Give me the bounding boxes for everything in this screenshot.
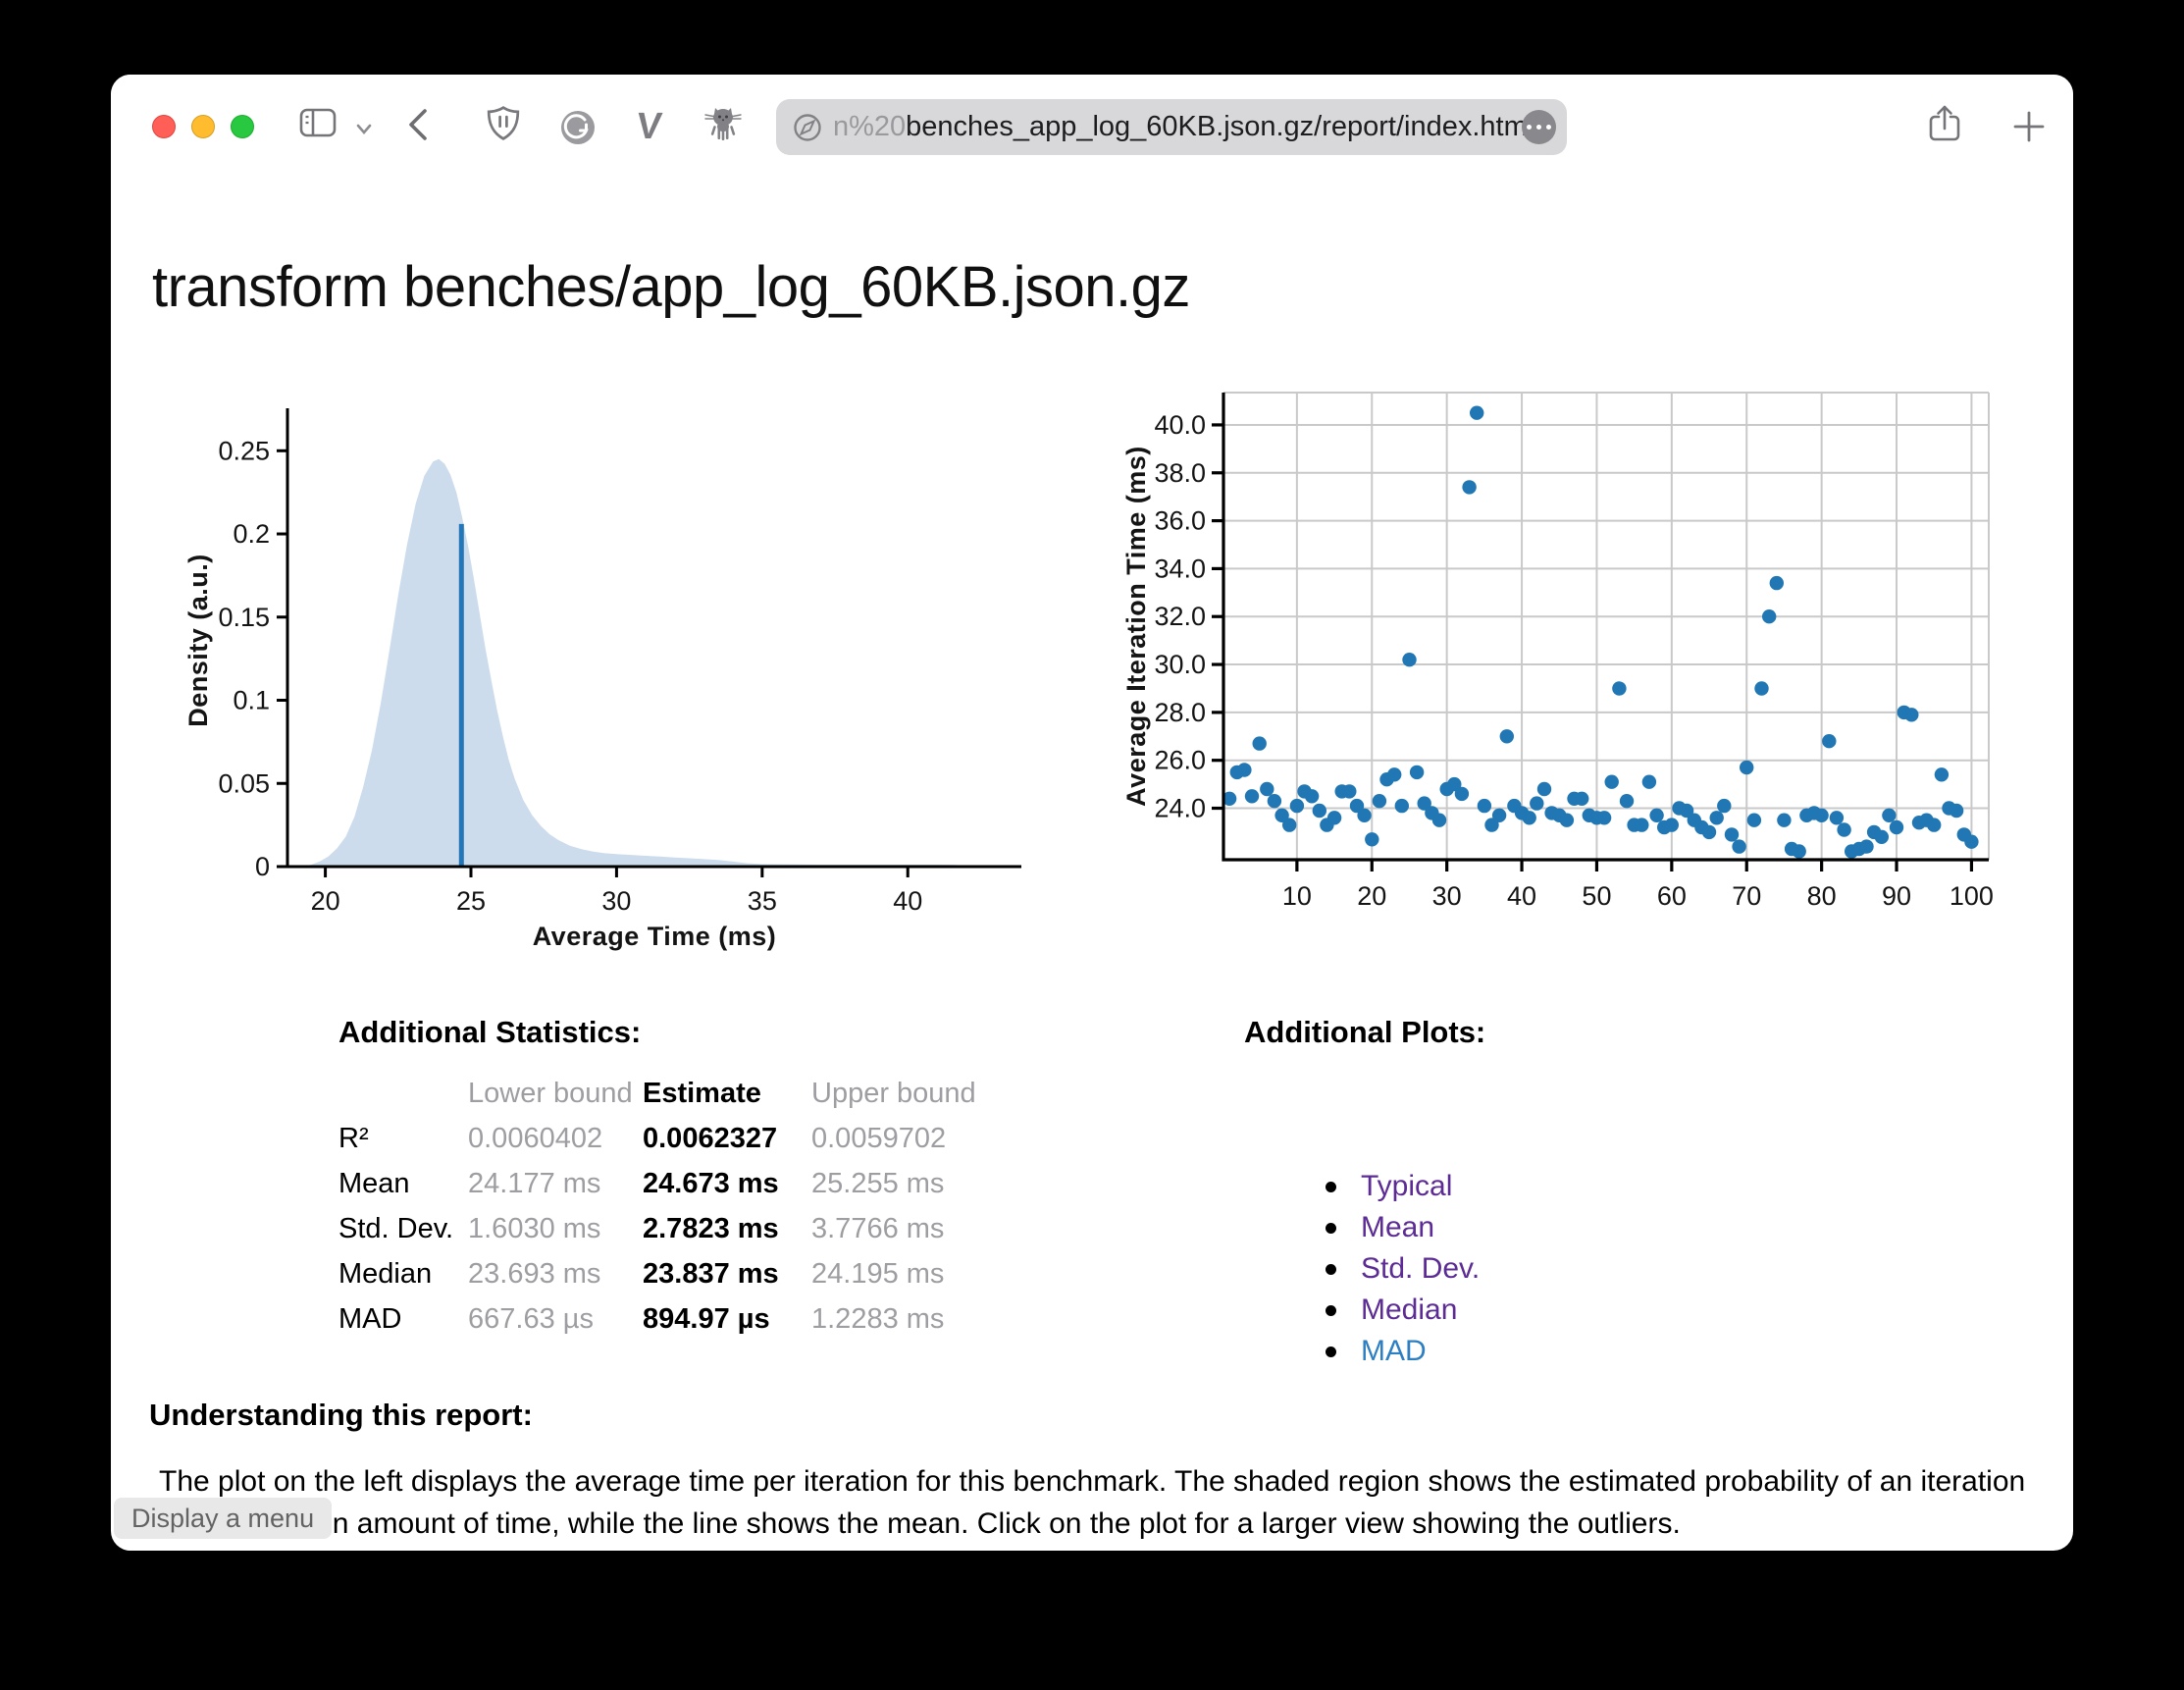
stat-estimate: 0.0062327 <box>643 1123 811 1155</box>
svg-text:40: 40 <box>893 886 922 916</box>
svg-text:0.1: 0.1 <box>233 686 270 715</box>
svg-text:20: 20 <box>311 886 340 916</box>
desktop-background: V <box>0 0 2184 1690</box>
svg-text:0.25: 0.25 <box>218 436 270 465</box>
vimium-extension-icon[interactable]: V <box>635 106 664 148</box>
svg-text:50: 50 <box>1582 881 1611 911</box>
svg-text:70: 70 <box>1732 881 1761 911</box>
zoom-window-button[interactable] <box>231 115 254 138</box>
grammarly-extension-icon[interactable] <box>560 110 596 150</box>
page-title: transform benches/app_log_60KB.json.gz <box>152 254 1190 320</box>
browser-window: V <box>111 75 2073 1551</box>
col-lower-bound: Lower bound <box>468 1078 643 1110</box>
svg-text:40.0: 40.0 <box>1154 410 1206 440</box>
url-path: benches_app_log_60KB.json.gz/report/inde… <box>906 111 1534 142</box>
additional-plots-list: Typical Mean Std. Dev. Median MAD <box>1318 1166 1480 1372</box>
stat-row-label: Mean <box>338 1168 468 1200</box>
github-octocat-icon[interactable] <box>702 102 745 150</box>
svg-text:20: 20 <box>1357 881 1386 911</box>
svg-text:Density (a.u.): Density (a.u.) <box>183 554 213 727</box>
stat-lower: 1.6030 ms <box>468 1213 643 1245</box>
col-estimate: Estimate <box>643 1078 811 1110</box>
list-item: Std. Dev. <box>1318 1248 1480 1290</box>
plot-link-typical[interactable]: Typical <box>1361 1170 1452 1202</box>
svg-text:40: 40 <box>1507 881 1536 911</box>
plot-link-stddev[interactable]: Std. Dev. <box>1361 1252 1480 1285</box>
close-window-button[interactable] <box>152 115 176 138</box>
stat-lower: 0.0060402 <box>468 1123 643 1155</box>
stat-upper: 1.2283 ms <box>811 1303 980 1336</box>
browser-toolbar: V <box>111 75 2073 165</box>
svg-text:Average Iteration Time (ms): Average Iteration Time (ms) <box>1121 446 1151 807</box>
svg-text:100: 100 <box>1950 881 1994 911</box>
understanding-heading: Understanding this report: <box>149 1398 533 1433</box>
statistics-table: Lower bound Estimate Upper bound R² 0.00… <box>338 1078 980 1336</box>
stat-lower: 667.63 µs <box>468 1303 643 1336</box>
svg-text:35: 35 <box>748 886 777 916</box>
svg-text:24.0: 24.0 <box>1154 794 1206 823</box>
svg-text:30.0: 30.0 <box>1154 650 1206 679</box>
chevron-down-icon[interactable] <box>356 122 372 139</box>
stat-estimate: 894.97 µs <box>643 1303 811 1336</box>
stat-upper: 25.255 ms <box>811 1168 980 1200</box>
stat-row-label: MAD <box>338 1303 468 1336</box>
plot-link-median[interactable]: Median <box>1361 1294 1457 1326</box>
svg-text:34.0: 34.0 <box>1154 554 1206 583</box>
url-text: n%20benches_app_log_60KB.json.gz/report/… <box>833 111 1534 143</box>
iteration-times-plot[interactable]: 24.0 26.0 28.0 30.0 32.0 34.0 36.0 38.0 40.0 10 20… <box>1119 385 2002 934</box>
svg-text:80: 80 <box>1807 881 1837 911</box>
stat-estimate: 24.673 ms <box>643 1168 811 1200</box>
additional-plots-heading: Additional Plots: <box>1244 1015 1485 1050</box>
list-item: Typical <box>1318 1166 1480 1207</box>
status-bar-tooltip: Display a menu <box>114 1498 332 1539</box>
svg-text:25: 25 <box>456 886 486 916</box>
svg-text:0.05: 0.05 <box>218 768 270 798</box>
density-plot[interactable]: 0 0.05 0.1 0.15 0.2 0.25 20 25 30 35 40 Average Tim… <box>178 391 1051 965</box>
url-faded-prefix: n%20 <box>833 111 906 142</box>
svg-text:60: 60 <box>1657 881 1687 911</box>
understanding-paragraph: The plot on the left displays the averag… <box>149 1460 2043 1545</box>
stat-row-label: R² <box>338 1123 468 1155</box>
stat-upper: 24.195 ms <box>811 1258 980 1291</box>
ellipsis-menu-button[interactable] <box>1522 110 1556 144</box>
svg-text:26.0: 26.0 <box>1154 746 1206 775</box>
additional-statistics-heading: Additional Statistics: <box>338 1015 641 1050</box>
svg-text:Average Time (ms): Average Time (ms) <box>533 922 777 951</box>
svg-text:30: 30 <box>601 886 631 916</box>
plot-link-mean[interactable]: Mean <box>1361 1211 1434 1243</box>
address-bar[interactable]: n%20benches_app_log_60KB.json.gz/report/… <box>776 99 1567 155</box>
list-item: Mean <box>1318 1207 1480 1248</box>
col-upper-bound: Upper bound <box>811 1078 980 1110</box>
list-item: Median <box>1318 1290 1480 1331</box>
stat-estimate: 2.7823 ms <box>643 1213 811 1245</box>
stat-lower: 24.177 ms <box>468 1168 643 1200</box>
stat-row-label: Std. Dev. <box>338 1213 468 1245</box>
svg-text:0: 0 <box>255 852 270 881</box>
svg-text:30: 30 <box>1432 881 1462 911</box>
new-tab-icon[interactable] <box>2012 110 2046 148</box>
share-icon[interactable] <box>1928 104 1961 148</box>
compass-icon <box>792 112 823 143</box>
svg-text:36.0: 36.0 <box>1154 506 1206 536</box>
minimize-window-button[interactable] <box>191 115 215 138</box>
plot-link-mad[interactable]: MAD <box>1361 1335 1427 1367</box>
svg-text:28.0: 28.0 <box>1154 698 1206 727</box>
sidebar-toggle-icon[interactable] <box>299 108 337 142</box>
stat-upper: 0.0059702 <box>811 1123 980 1155</box>
stat-row-label: Median <box>338 1258 468 1291</box>
stat-upper: 3.7766 ms <box>811 1213 980 1245</box>
svg-text:90: 90 <box>1882 881 1911 911</box>
list-item: MAD <box>1318 1331 1480 1372</box>
back-button-icon[interactable] <box>405 107 431 147</box>
svg-text:0.15: 0.15 <box>218 603 270 632</box>
svg-text:38.0: 38.0 <box>1154 458 1206 488</box>
stat-estimate: 23.837 ms <box>643 1258 811 1291</box>
svg-text:0.2: 0.2 <box>233 519 270 549</box>
stat-lower: 23.693 ms <box>468 1258 643 1291</box>
shield-pause-extension-icon[interactable] <box>486 105 521 146</box>
svg-text:10: 10 <box>1282 881 1312 911</box>
svg-text:32.0: 32.0 <box>1154 602 1206 631</box>
